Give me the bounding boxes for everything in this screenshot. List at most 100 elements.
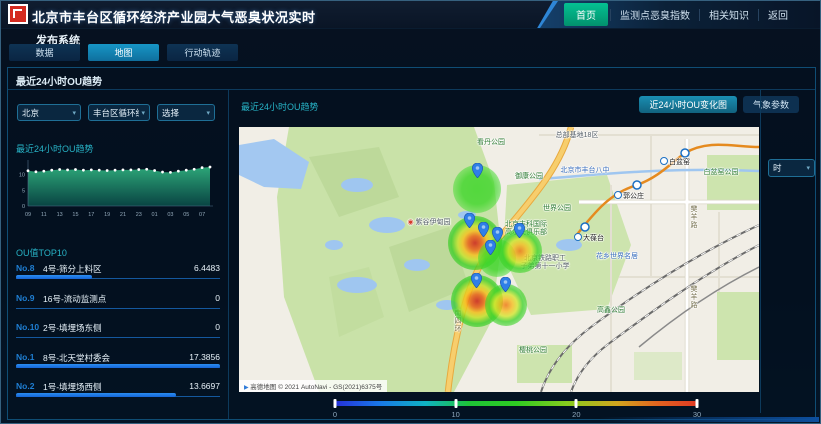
map-section-title: 最近24小时OU趋势 (241, 100, 319, 113)
ou-value: 17.3856 (189, 352, 220, 362)
top10-row[interactable]: No.1 8号-北天堂村委会 17.3856 (16, 349, 220, 379)
ou-value: 0 (215, 322, 220, 332)
map-label: 樱桃公园 (519, 347, 547, 355)
nav-monitor-odor-index[interactable]: 监测点恶臭指数 (611, 7, 699, 22)
map-pin[interactable] (472, 163, 483, 178)
metro-icon (574, 233, 582, 241)
left-panel: 北京▾ 丰台区循环经济产▾ 选择▾ 最近24小时OU趋势 05100911131… (8, 90, 229, 419)
svg-text:09: 09 (25, 212, 31, 218)
tab-track[interactable]: 行动轨迹 (167, 44, 238, 61)
svg-text:01: 01 (152, 212, 158, 218)
map-label: 紫谷伊甸园 (407, 219, 450, 227)
weather-params-button[interactable]: 气象参数 (743, 96, 799, 113)
map-pin[interactable] (471, 273, 482, 288)
legend-tick-label: 10 (451, 410, 459, 419)
park-select[interactable]: 丰台区循环经济产▾ (88, 104, 150, 121)
map-label: 白盆窑公园 (704, 169, 739, 177)
map[interactable]: 看丹公园总部基地18区白盆窑白盆窑公园北京市丰台八中郭公庄御康公园世界公园大葆台… (239, 127, 759, 392)
top10-row[interactable]: No.2 1号-填埋场西侧 13.6697 (16, 378, 220, 408)
content-panel: 最近24小时OU趋势 北京▾ 丰台区循环经济产▾ 选择▾ 最近24小时OU趋势 … (7, 67, 816, 420)
site-select[interactable]: 选择▾ (157, 104, 215, 121)
metro-icon (614, 191, 622, 199)
map-label: 北京市丰台八中 (561, 167, 610, 175)
bottom-glow (599, 417, 819, 422)
ou-change-chart-button[interactable]: 近24小时OU变化图 (639, 96, 737, 113)
bar-track (16, 337, 220, 338)
svg-text:23: 23 (136, 212, 142, 218)
legend-tick (454, 399, 457, 408)
rank-label: No.10 (16, 322, 39, 332)
site-name: 16号-流动监测点 (43, 293, 106, 305)
bar-track (16, 308, 220, 309)
map-label: 郭公庄 (614, 191, 644, 201)
nav-knowledge[interactable]: 相关知识 (700, 7, 758, 22)
top10-title: OU值TOP10 (16, 246, 67, 259)
chevron-down-icon: ▾ (206, 109, 210, 117)
side-divider (760, 90, 761, 413)
map-label: 大葆台 (574, 233, 604, 243)
map-pin[interactable] (500, 277, 511, 292)
legend-tick (575, 399, 578, 408)
filter-selects: 北京▾ 丰台区循环经济产▾ 选择▾ (17, 104, 215, 121)
legend-tick-label: 20 (572, 410, 580, 419)
map-buttons: 近24小时OU变化图 气象参数 (639, 96, 799, 113)
top10-row[interactable]: No.10 2号-填埋场东侧 0 (16, 319, 220, 349)
svg-text:03: 03 (167, 212, 173, 218)
city-select[interactable]: 北京▾ (17, 104, 81, 121)
map-pin[interactable] (464, 213, 475, 228)
chevron-down-icon: ▾ (72, 109, 76, 117)
chevron-down-icon: ▾ (141, 109, 145, 117)
svg-text:0: 0 (22, 204, 25, 210)
map-pin[interactable] (514, 223, 525, 238)
section-title: 最近24小时OU趋势 (16, 73, 102, 88)
rank-label: No.8 (16, 263, 34, 273)
nav-back[interactable]: 返回 (759, 7, 797, 22)
svg-text:07: 07 (199, 212, 205, 218)
svg-text:15: 15 (72, 212, 78, 218)
legend-tick (334, 399, 337, 408)
ou-trend-chart: 0510091113151719212301030507 (12, 156, 216, 220)
map-overlays: 看丹公园总部基地18区白盆窑白盆窑公园北京市丰台八中郭公庄御康公园世界公园大葆台… (239, 127, 759, 392)
top10-row[interactable]: No.8 4号-筛分上料区 6.4483 (16, 260, 220, 290)
map-attribution: 高德地图 © 2021 AutoNavi - GS(2021)6375号 (239, 380, 387, 392)
site-name: 1号-填埋场西侧 (43, 381, 102, 393)
app-header: 北京市丰台区循环经济产业园大气恶臭状况实时 首页 监测点恶臭指数 相关知识 返回 (1, 1, 820, 29)
ou-value: 0 (215, 293, 220, 303)
rank-label: No.9 (16, 293, 34, 303)
top-nav: 首页 监测点恶臭指数 相关知识 返回 (540, 1, 820, 28)
chart-title: 最近24小时OU趋势 (16, 142, 94, 155)
bar-fill (16, 275, 92, 279)
app-window: 北京市丰台区循环经济产业园大气恶臭状况实时 首页 监测点恶臭指数 相关知识 返回… (0, 0, 821, 424)
legend-tick (696, 399, 699, 408)
map-panel: 最近24小时OU趋势 近24小时OU变化图 气象参数 (230, 90, 815, 419)
map-label: 高鑫公园 (597, 307, 625, 315)
svg-text:10: 10 (19, 173, 25, 179)
map-label: 樊羊路 (689, 285, 697, 309)
map-label: 御康公园 (515, 173, 543, 181)
svg-text:05: 05 (183, 212, 189, 218)
tab-data[interactable]: 数据 (9, 44, 80, 61)
svg-text:11: 11 (41, 212, 47, 218)
map-label: 樊羊路 (689, 205, 697, 229)
tab-map[interactable]: 地图 (88, 44, 159, 61)
site-name: 2号-填埋场东侧 (43, 322, 102, 334)
rank-label: No.2 (16, 381, 34, 391)
app-logo (8, 4, 28, 24)
legend-gradient-bar (335, 401, 697, 406)
svg-text:21: 21 (120, 212, 126, 218)
map-pin[interactable] (485, 240, 496, 255)
map-label: 看丹公园 (477, 139, 505, 147)
top10-row[interactable]: No.9 16号-流动监测点 0 (16, 290, 220, 320)
map-label: 总部基地18区 (556, 132, 599, 140)
top10-list: No.8 4号-筛分上料区 6.4483 No.9 16号-流动监测点 0 No… (16, 260, 220, 408)
svg-text:19: 19 (104, 212, 110, 218)
map-label: 白盆窑 (660, 157, 690, 167)
chevron-down-icon: ▾ (806, 164, 810, 172)
time-unit-select[interactable]: 时▾ (768, 159, 815, 177)
ou-value: 13.6697 (189, 381, 220, 391)
legend-tick-label: 0 (333, 410, 337, 419)
map-pin[interactable] (478, 222, 489, 237)
metro-icon (660, 157, 668, 165)
nav-home[interactable]: 首页 (564, 3, 608, 26)
map-label: 花乡世界名居 (596, 253, 638, 261)
